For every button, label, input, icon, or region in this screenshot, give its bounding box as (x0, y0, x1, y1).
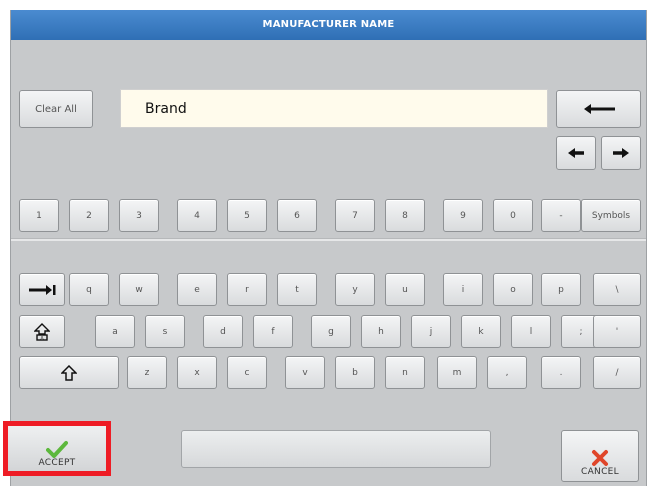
dialog-title: MANUFACTURER NAME (11, 10, 646, 40)
key-7[interactable]: 8 (385, 199, 425, 232)
letter-key[interactable]: k (461, 315, 501, 348)
accept-label: ACCEPT (38, 458, 76, 468)
caps-lock-icon: A (34, 322, 50, 341)
letter-key[interactable]: c (227, 356, 267, 389)
backspace-button[interactable] (556, 90, 641, 128)
accept-check-icon (46, 441, 68, 458)
cursor-right-button[interactable] (601, 136, 641, 170)
backspace-arrow-icon (583, 104, 615, 114)
letter-key[interactable]: w (119, 273, 159, 306)
letter-key[interactable]: e (177, 273, 217, 306)
key-4[interactable]: 5 (227, 199, 267, 232)
letter-key[interactable]: u (385, 273, 425, 306)
key-1[interactable]: 2 (69, 199, 109, 232)
letter-key[interactable]: q (69, 273, 109, 306)
letter-key[interactable]: , (487, 356, 527, 389)
manufacturer-name-input[interactable]: Brand (120, 89, 548, 128)
left-arrow-icon (568, 148, 584, 158)
shift-key[interactable] (19, 356, 119, 389)
key-0[interactable]: 1 (19, 199, 59, 232)
letter-key[interactable]: s (145, 315, 185, 348)
letter-key[interactable]: r (227, 273, 267, 306)
accept-button[interactable]: ACCEPT (3, 421, 111, 476)
right-arrow-icon (613, 148, 629, 158)
key-10[interactable]: - (541, 199, 581, 232)
tab-key[interactable] (19, 273, 65, 306)
symbols-key[interactable]: Symbols (581, 199, 641, 232)
key-9[interactable]: 0 (493, 199, 533, 232)
cancel-label: CANCEL (581, 467, 619, 477)
shift-arrow-icon (61, 364, 77, 381)
cursor-left-button[interactable] (556, 136, 596, 170)
key-8[interactable]: 9 (443, 199, 483, 232)
letter-key[interactable]: o (493, 273, 533, 306)
letter-key[interactable]: ' (593, 315, 641, 348)
letter-key[interactable]: \ (593, 273, 641, 306)
letter-key[interactable]: a (95, 315, 135, 348)
caps-lock-key[interactable]: A (19, 315, 65, 348)
letter-key[interactable]: v (285, 356, 325, 389)
row-divider (11, 238, 646, 241)
keyboard-dialog: MANUFACTURER NAME Clear All Brand 123456… (10, 10, 647, 486)
cancel-x-icon (592, 450, 608, 466)
letter-key[interactable]: i (443, 273, 483, 306)
letter-key[interactable]: j (411, 315, 451, 348)
key-3[interactable]: 4 (177, 199, 217, 232)
letter-key[interactable]: n (385, 356, 425, 389)
letter-key[interactable]: . (541, 356, 581, 389)
key-6[interactable]: 7 (335, 199, 375, 232)
letter-key[interactable]: d (203, 315, 243, 348)
letter-key[interactable]: y (335, 273, 375, 306)
letter-key[interactable]: b (335, 356, 375, 389)
letter-key[interactable]: p (541, 273, 581, 306)
letter-key[interactable]: / (593, 356, 641, 389)
tab-arrow-icon (29, 284, 56, 295)
letter-key[interactable]: x (177, 356, 217, 389)
input-value: Brand (145, 100, 187, 117)
spacebar[interactable] (181, 430, 491, 468)
cancel-button[interactable]: CANCEL (561, 430, 639, 482)
letter-key[interactable]: f (253, 315, 293, 348)
letter-key[interactable]: g (311, 315, 351, 348)
key-2[interactable]: 3 (119, 199, 159, 232)
letter-key[interactable]: m (437, 356, 477, 389)
letter-key[interactable]: l (511, 315, 551, 348)
letter-key[interactable]: h (361, 315, 401, 348)
letter-key[interactable]: z (127, 356, 167, 389)
key-5[interactable]: 6 (277, 199, 317, 232)
clear-all-button[interactable]: Clear All (19, 90, 93, 128)
letter-key[interactable]: t (277, 273, 317, 306)
